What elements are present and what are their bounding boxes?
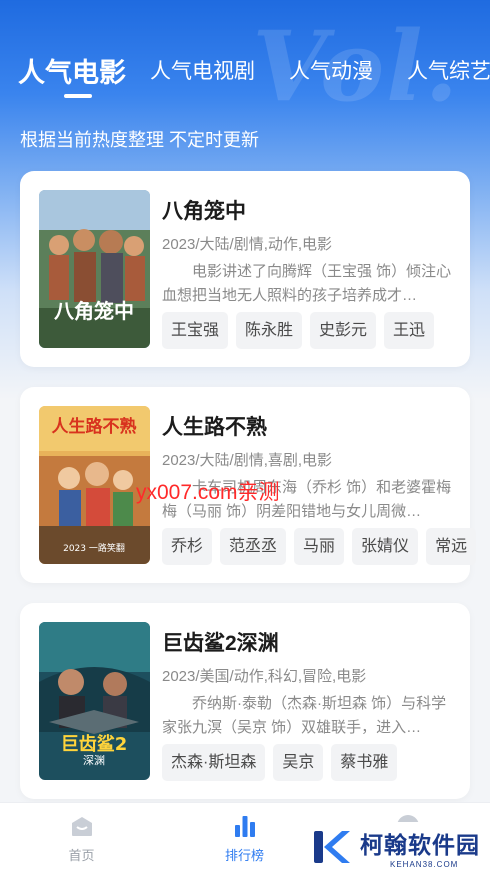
category-tabs: 人气电影 人气电视剧 人气动漫 人气综艺 <box>18 50 490 90</box>
cast-chip[interactable]: 杰森·斯坦森 <box>162 744 266 781</box>
movie-meta: 2023/大陆/剧情,动作,电影 <box>162 236 333 253</box>
site-logo: 柯翰软件园 KEHAN38.COM <box>310 822 490 872</box>
bar-chart-icon <box>232 813 258 839</box>
home-icon <box>69 813 95 839</box>
movie-poster: 巨齿鲨2 深渊 <box>39 622 150 780</box>
tab-tv-series[interactable]: 人气电视剧 <box>150 55 255 85</box>
movie-description: 乔纳斯·泰勒（杰森·斯坦森 饰）与科学家张九溟（吴京 饰）双雄联手，进入… <box>162 695 447 736</box>
movie-card[interactable]: 八角笼中 八角笼中 2023/大陆/剧情,动作,电影 电影讲述了向腾辉（王宝强 … <box>20 171 470 367</box>
movie-meta: 2023/大陆/剧情,喜剧,电影 <box>162 452 333 469</box>
movie-poster: 八角笼中 <box>39 190 150 348</box>
nav-home-label: 首页 <box>68 848 95 863</box>
cast-chip[interactable]: 吴京 <box>273 744 324 781</box>
watermark-text: yx007.com亲测 <box>136 481 280 504</box>
cast-chip[interactable]: 陈永胜 <box>236 312 303 349</box>
cast-chip[interactable]: 范丞丞 <box>220 528 287 565</box>
active-tab-indicator <box>64 94 92 98</box>
cast-list: 杰森·斯坦森 吴京 蔡书雅 <box>162 744 398 781</box>
cast-chip[interactable]: 马丽 <box>294 528 345 565</box>
movie-card[interactable]: 巨齿鲨2 深渊 巨齿鲨2深渊 2023/美国/动作,科幻,冒险,电影 乔纳斯·泰… <box>20 603 470 799</box>
svg-text:2023 一路笑翻: 2023 一路笑翻 <box>63 542 125 554</box>
cast-chip[interactable]: 王宝强 <box>162 312 229 349</box>
tab-movies[interactable]: 人气电影 <box>18 51 126 90</box>
cast-chip[interactable]: 张婧仪 <box>352 528 419 565</box>
movie-meta: 2023/美国/动作,科幻,冒险,电影 <box>162 668 367 685</box>
movie-poster: 人生路不熟 2023 一路笑翻 <box>39 406 150 564</box>
nav-home[interactable]: 首页 <box>0 803 163 872</box>
movie-title: 巨齿鲨2深渊 <box>162 632 279 655</box>
cast-list: 乔杉 范丞丞 马丽 张婧仪 常远 <box>162 528 477 565</box>
cast-chip[interactable]: 蔡书雅 <box>331 744 398 781</box>
tab-anime[interactable]: 人气动漫 <box>289 55 373 85</box>
movie-description: 电影讲述了向腾辉（王宝强 饰）倾注心血想把当地无人照料的孩子培养成才… <box>162 263 452 304</box>
cast-chip[interactable]: 常远 <box>426 528 477 565</box>
tab-variety[interactable]: 人气综艺 <box>407 55 490 85</box>
nav-ranking[interactable]: 排行榜 <box>163 803 326 872</box>
nav-ranking-label: 排行榜 <box>224 848 264 863</box>
logo-title: 柯翰软件园 <box>360 831 480 858</box>
cast-chip[interactable]: 王迅 <box>384 312 435 349</box>
logo-mark-icon <box>314 831 350 863</box>
svg-text:深渊: 深渊 <box>83 754 105 767</box>
movie-title: 八角笼中 <box>162 200 246 223</box>
svg-text:巨齿鲨2: 巨齿鲨2 <box>61 733 128 755</box>
cast-list: 王宝强 陈永胜 史彭元 王迅 <box>162 312 435 349</box>
svg-text:八角笼中: 八角笼中 <box>54 299 134 323</box>
cast-chip[interactable]: 史彭元 <box>310 312 377 349</box>
movie-title: 人生路不熟 <box>162 416 267 439</box>
logo-subtitle: KEHAN38.COM <box>390 859 459 869</box>
list-subtitle: 根据当前热度整理 不定时更新 <box>20 130 259 150</box>
cast-chip[interactable]: 乔杉 <box>162 528 213 565</box>
svg-text:人生路不熟: 人生路不熟 <box>52 416 137 437</box>
